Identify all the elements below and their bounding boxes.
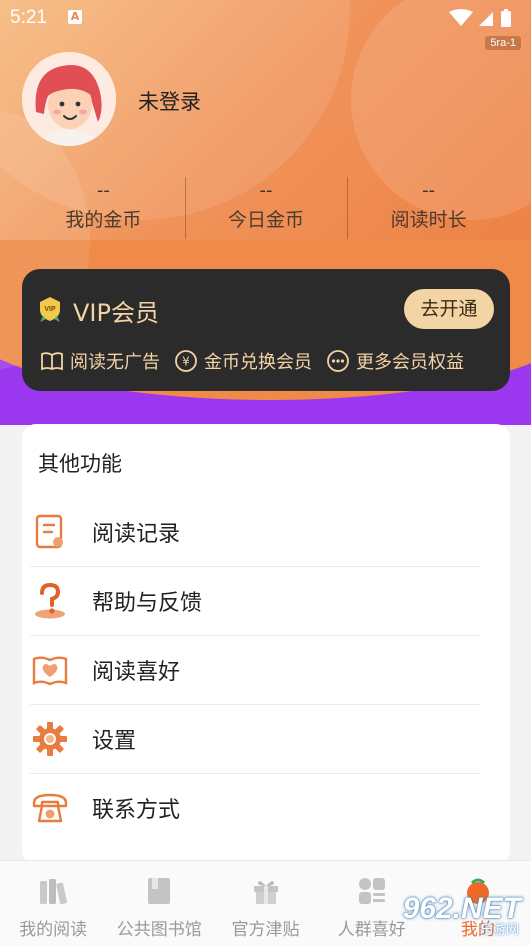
tab-label: 公共图书馆 [116, 920, 202, 940]
stat-label: 我的金币 [65, 209, 142, 231]
perk-label: 金币兑换会员 [204, 352, 312, 373]
stats-row: -- 我的金币 -- 今日金币 -- 阅读时长 [22, 175, 510, 241]
stat-value: -- [422, 180, 436, 201]
avatar[interactable] [22, 52, 116, 146]
menu-item-settings[interactable]: 设置 [30, 705, 480, 774]
menu-item-reading-preference[interactable]: 阅读喜好 [30, 636, 480, 705]
menu-item-label: 帮助与反馈 [92, 591, 203, 616]
signal-battery-icon [449, 9, 511, 27]
tab-label: 官方津贴 [231, 920, 300, 940]
more-dots-icon [327, 350, 349, 372]
stat-my-coins[interactable]: -- 我的金币 [22, 175, 185, 241]
vip-badge-icon: VIP [40, 297, 60, 322]
avatar-face-icon [22, 52, 116, 146]
book-open-icon [41, 352, 63, 371]
svg-text:VIP: VIP [44, 306, 56, 313]
tab-my-reading[interactable]: 我的阅读 [0, 861, 106, 945]
menu-item-label: 联系方式 [92, 798, 181, 823]
status-bar: 5:21 A [0, 0, 531, 36]
stat-value: -- [96, 180, 110, 201]
vip-open-button[interactable]: 去开通 [404, 289, 494, 329]
tab-public-library[interactable]: 公共图书馆 [106, 861, 212, 945]
perk-label: 阅读无广告 [70, 352, 160, 373]
help-question-icon [30, 581, 70, 621]
gift-icon [253, 880, 278, 904]
watermark-subtext: 乐游网 [479, 923, 519, 938]
bookshelf-icon [40, 879, 68, 905]
reading-record-icon [30, 512, 70, 552]
perk-more-benefits[interactable]: 更多会员权益 [326, 347, 464, 375]
library-book-icon [148, 878, 171, 904]
tab-official-subsidy[interactable]: 官方津贴 [212, 861, 318, 945]
network-badge: 5ra-1 [485, 36, 521, 50]
svg-text:¥: ¥ [182, 355, 190, 369]
menu-item-reading-record[interactable]: 阅读记录 [30, 498, 480, 567]
username-label[interactable]: 未登录 [138, 86, 201, 116]
vip-title: VIP会员 [73, 299, 159, 327]
stat-reading-time[interactable]: -- 阅读时长 [347, 175, 510, 241]
vip-perks: 阅读无广告 ¥ 金币兑换会员 更多会员权益 [40, 347, 500, 375]
gear-icon [30, 719, 70, 759]
notification-a-icon: A [68, 10, 82, 24]
menu-item-label: 阅读喜好 [92, 660, 181, 685]
tab-label: 我的阅读 [19, 920, 88, 940]
stat-label: 今日金币 [228, 209, 305, 231]
heart-book-icon [30, 650, 70, 690]
stat-today-coins[interactable]: -- 今日金币 [184, 175, 348, 241]
vip-card[interactable]: VIP VIP会员 去开通 阅读无广告 ¥ 金币兑换会员 更多会员权益 [22, 269, 510, 391]
status-time: 5:21 [10, 7, 47, 28]
menu-item-label: 阅读记录 [92, 522, 181, 547]
stat-label: 阅读时长 [390, 209, 467, 231]
perk-no-ads[interactable]: 阅读无广告 [40, 347, 160, 375]
section-title: 其他功能 [38, 452, 122, 476]
perk-label: 更多会员权益 [356, 352, 464, 373]
menu-item-help-feedback[interactable]: 帮助与反馈 [30, 567, 480, 636]
perk-coin-exchange[interactable]: ¥ 金币兑换会员 [174, 347, 312, 375]
stat-value: -- [259, 180, 273, 201]
menu-item-label: 设置 [92, 729, 137, 754]
other-functions-list: 阅读记录 帮助与反馈 阅读喜好 设置 联系方式 [30, 498, 480, 842]
telephone-icon [30, 788, 70, 828]
menu-item-contact[interactable]: 联系方式 [30, 774, 480, 842]
grid-list-icon [358, 878, 385, 904]
yen-coin-icon: ¥ [175, 350, 197, 372]
